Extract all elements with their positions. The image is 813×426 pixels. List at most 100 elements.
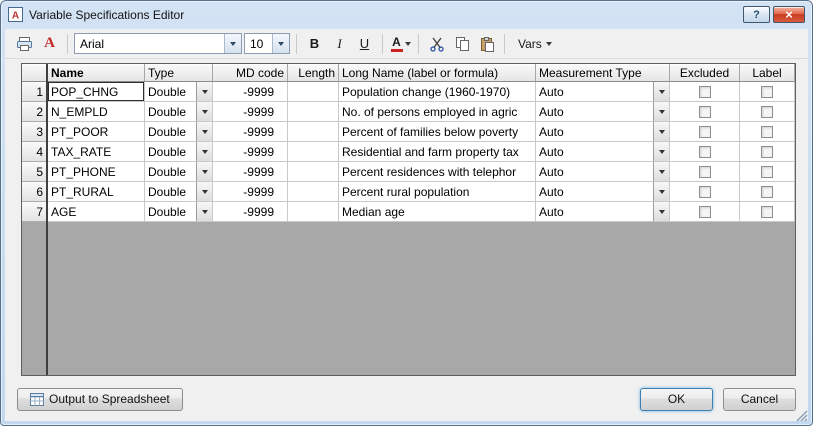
cell-excluded[interactable] [670, 182, 740, 202]
label-checkbox[interactable] [761, 186, 773, 198]
cell-length[interactable] [288, 202, 339, 222]
cell-type[interactable]: Double [145, 162, 213, 182]
cell-measurement-type[interactable]: Auto [536, 162, 670, 182]
chevron-down-icon[interactable] [196, 102, 212, 121]
column-header-measurement-type[interactable]: Measurement Type [536, 64, 670, 82]
cell-name[interactable]: PT_POOR [48, 122, 145, 142]
column-header-excluded[interactable]: Excluded [670, 64, 740, 82]
cell-type[interactable]: Double [145, 82, 213, 102]
excluded-checkbox[interactable] [699, 106, 711, 118]
cell-label[interactable] [740, 202, 795, 222]
cell-measurement-type[interactable]: Auto [536, 182, 670, 202]
cell-name[interactable]: AGE [48, 202, 145, 222]
cell-name[interactable]: TAX_RATE [48, 142, 145, 162]
cell-label[interactable] [740, 182, 795, 202]
titlebar[interactable]: A Variable Specifications Editor ? × [1, 1, 812, 28]
column-header-type[interactable]: Type [145, 64, 213, 82]
row-number[interactable]: 1 [22, 82, 48, 102]
cell-long-name[interactable]: Residential and farm property tax [339, 142, 536, 162]
cell-excluded[interactable] [670, 162, 740, 182]
cell-measurement-type[interactable]: Auto [536, 82, 670, 102]
column-header-md-code[interactable]: MD code [213, 64, 288, 82]
cell-name[interactable]: POP_CHNG [48, 82, 145, 102]
cell-excluded[interactable] [670, 202, 740, 222]
row-number[interactable]: 3 [22, 122, 48, 142]
cell-long-name[interactable]: Median age [339, 202, 536, 222]
close-button[interactable]: × [773, 6, 805, 23]
italic-button[interactable]: I [328, 32, 351, 55]
cell-excluded[interactable] [670, 102, 740, 122]
excluded-checkbox[interactable] [699, 206, 711, 218]
cell-md-code[interactable]: -9999 [213, 182, 288, 202]
copy-button[interactable] [450, 32, 473, 55]
cell-type[interactable]: Double [145, 202, 213, 222]
cell-type[interactable]: Double [145, 122, 213, 142]
chevron-down-icon[interactable] [224, 34, 241, 53]
row-number[interactable]: 4 [22, 142, 48, 162]
cell-length[interactable] [288, 162, 339, 182]
chevron-down-icon[interactable] [196, 162, 212, 181]
excluded-checkbox[interactable] [699, 126, 711, 138]
cell-md-code[interactable]: -9999 [213, 162, 288, 182]
excluded-checkbox[interactable] [699, 86, 711, 98]
cell-measurement-type[interactable]: Auto [536, 202, 670, 222]
cell-name[interactable]: PT_PHONE [48, 162, 145, 182]
help-button[interactable]: ? [743, 6, 770, 23]
cell-label[interactable] [740, 162, 795, 182]
cell-long-name[interactable]: Population change (1960-1970) [339, 82, 536, 102]
excluded-checkbox[interactable] [699, 146, 711, 158]
chevron-down-icon[interactable] [653, 202, 669, 221]
chevron-down-icon[interactable] [196, 82, 212, 101]
paste-button[interactable] [475, 32, 498, 55]
cell-excluded[interactable] [670, 82, 740, 102]
font-color-button[interactable]: A [389, 32, 412, 55]
chevron-down-icon[interactable] [196, 182, 212, 201]
font-name-select[interactable]: Arial [74, 33, 242, 54]
row-number[interactable]: 7 [22, 202, 48, 222]
chevron-down-icon[interactable] [653, 82, 669, 101]
excluded-checkbox[interactable] [699, 186, 711, 198]
label-checkbox[interactable] [761, 126, 773, 138]
row-number[interactable]: 6 [22, 182, 48, 202]
chevron-down-icon[interactable] [653, 182, 669, 201]
cell-excluded[interactable] [670, 142, 740, 162]
vars-dropdown-button[interactable]: Vars [511, 32, 559, 55]
cell-long-name[interactable]: Percent of families below poverty [339, 122, 536, 142]
label-checkbox[interactable] [761, 166, 773, 178]
label-checkbox[interactable] [761, 86, 773, 98]
cut-button[interactable] [425, 32, 448, 55]
cell-long-name[interactable]: No. of persons employed in agric [339, 102, 536, 122]
label-checkbox[interactable] [761, 206, 773, 218]
row-number[interactable]: 5 [22, 162, 48, 182]
chevron-down-icon[interactable] [196, 202, 212, 221]
cell-md-code[interactable]: -9999 [213, 82, 288, 102]
font-dialog-button[interactable]: A [38, 32, 61, 55]
cell-name[interactable]: N_EMPLD [48, 102, 145, 122]
cell-label[interactable] [740, 82, 795, 102]
column-header-long-name[interactable]: Long Name (label or formula) [339, 64, 536, 82]
cell-md-code[interactable]: -9999 [213, 142, 288, 162]
chevron-down-icon[interactable] [196, 142, 212, 161]
bold-button[interactable]: B [303, 32, 326, 55]
ok-button[interactable]: OK [640, 388, 713, 411]
output-to-spreadsheet-button[interactable]: Output to Spreadsheet [17, 388, 183, 411]
cell-excluded[interactable] [670, 122, 740, 142]
font-size-select[interactable]: 10 [244, 33, 290, 54]
label-checkbox[interactable] [761, 146, 773, 158]
cell-md-code[interactable]: -9999 [213, 102, 288, 122]
chevron-down-icon[interactable] [653, 122, 669, 141]
cell-long-name[interactable]: Percent residences with telephor [339, 162, 536, 182]
cell-type[interactable]: Double [145, 142, 213, 162]
cell-length[interactable] [288, 182, 339, 202]
underline-button[interactable]: U [353, 32, 376, 55]
column-header-name[interactable]: Name [48, 64, 145, 82]
excluded-checkbox[interactable] [699, 166, 711, 178]
chevron-down-icon[interactable] [653, 162, 669, 181]
cell-length[interactable] [288, 82, 339, 102]
cell-type[interactable]: Double [145, 102, 213, 122]
resize-grip[interactable] [796, 409, 808, 421]
cell-md-code[interactable]: -9999 [213, 122, 288, 142]
cell-long-name[interactable]: Percent rural population [339, 182, 536, 202]
label-checkbox[interactable] [761, 106, 773, 118]
column-header-label[interactable]: Label [740, 64, 795, 82]
